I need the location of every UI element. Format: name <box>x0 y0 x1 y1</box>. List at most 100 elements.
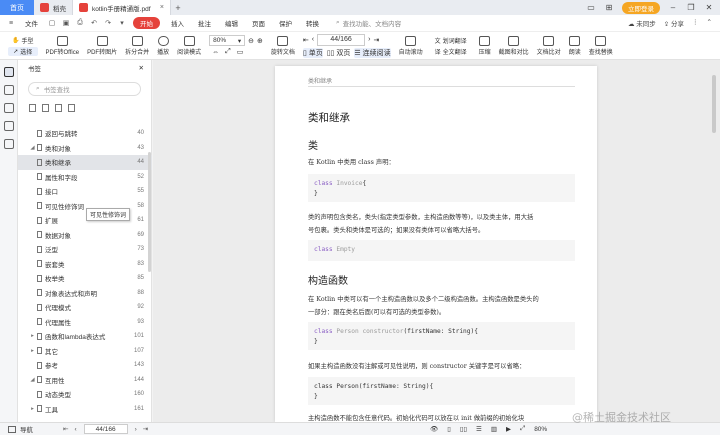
signature-panel-icon[interactable] <box>4 139 14 149</box>
bookmark-item[interactable]: 对象表达式和声明 88 <box>18 286 152 301</box>
find-replace-button[interactable]: 查找替换 <box>585 35 617 56</box>
read-aloud-button[interactable]: 朗读 <box>565 35 585 56</box>
share-button[interactable]: ⇪ 分享 <box>664 18 684 28</box>
last-page-icon[interactable]: ⇥ <box>143 425 148 433</box>
bookmark-item[interactable]: 返回与跳转 40 <box>18 126 152 141</box>
menu-protect[interactable]: 保护 <box>272 18 299 28</box>
bookmark-item[interactable]: 枚举类 85 <box>18 271 152 286</box>
menu-file[interactable]: 文件 <box>18 18 45 28</box>
eye-protection-icon[interactable]: 👁 <box>430 425 438 433</box>
collapse-arrow-icon[interactable]: ◢ <box>28 377 37 383</box>
menu-start[interactable]: 开始 <box>133 17 160 29</box>
expand-arrow-icon[interactable]: ▸ <box>28 406 37 412</box>
bookmark-item[interactable]: 嵌套类 83 <box>18 257 152 272</box>
print-icon[interactable]: ⎙ <box>75 18 85 28</box>
split-merge-button[interactable]: 拆分合并 <box>121 35 153 56</box>
add-bookmark-icon[interactable] <box>29 104 36 112</box>
bookmark-item[interactable]: ◢ 类和对象 43 <box>18 141 152 156</box>
expand-bookmark-icon[interactable] <box>68 104 75 112</box>
bookmark-item[interactable]: 接口 55 <box>18 184 152 199</box>
function-search[interactable]: ⌕ 查找功能、文档内容 <box>336 18 401 28</box>
status-zoom-value[interactable]: 80% <box>534 426 547 433</box>
window-layout-icon[interactable]: ▭ <box>586 3 596 12</box>
menu-insert[interactable]: 插入 <box>164 18 191 28</box>
more-options-icon[interactable]: ⋮ <box>692 18 699 28</box>
next-page-icon[interactable]: › <box>135 426 137 433</box>
add-sub-bookmark-icon[interactable] <box>42 104 49 112</box>
tab-docer[interactable]: 稻壳 <box>34 0 73 15</box>
redo-icon[interactable]: ↷ <box>103 18 113 28</box>
bookmark-item[interactable]: 参考 143 <box>18 358 152 373</box>
doc-compare-button[interactable]: 文档比对 <box>533 35 565 56</box>
collapse-ribbon-icon[interactable]: ⌃ <box>707 18 712 28</box>
login-button[interactable]: 立即登录 <box>622 1 660 14</box>
bookmark-item[interactable]: 可见性修饰词 58 <box>18 199 152 214</box>
rotate-document-button[interactable]: 旋转文档 <box>267 35 299 56</box>
menu-annotate[interactable]: 批注 <box>191 18 218 28</box>
bookmark-panel-icon[interactable] <box>4 67 14 77</box>
expand-arrow-icon[interactable]: ▸ <box>28 333 37 339</box>
thumbnail-panel-icon[interactable] <box>4 85 14 95</box>
save-icon[interactable]: ▣ <box>61 18 71 28</box>
read-mode-button[interactable]: 阅读模式 <box>173 35 205 56</box>
bookmark-item[interactable]: ▸ 工具 161 <box>18 402 152 417</box>
collapse-arrow-icon[interactable]: ◢ <box>28 145 37 151</box>
fit-page-icon[interactable]: ⤢ <box>225 48 231 56</box>
pdf-to-image-button[interactable]: PDF转图片 <box>83 35 121 56</box>
double-page-button[interactable]: ▯▯ 双页 <box>327 48 351 58</box>
hand-tool-button[interactable]: ✋ 手型 <box>8 36 38 45</box>
menu-page[interactable]: 页面 <box>245 18 272 28</box>
continuous-read-button[interactable]: ☰ 连续阅读 <box>354 47 391 58</box>
menu-convert[interactable]: 转换 <box>299 18 326 28</box>
close-panel-icon[interactable]: ✕ <box>139 64 144 72</box>
attachment-panel-icon[interactable] <box>4 121 14 131</box>
compress-button[interactable]: 压缩 <box>475 35 495 56</box>
menu-edit[interactable]: 编辑 <box>218 18 245 28</box>
prev-page-icon[interactable]: ‹ <box>74 426 76 433</box>
expand-arrow-icon[interactable]: ▸ <box>28 348 37 354</box>
bookmark-search-input[interactable]: ⌕ 书签查找 <box>28 82 141 96</box>
bookmark-item[interactable]: 数据对象 69 <box>18 228 152 243</box>
prev-page-icon[interactable]: ‹ <box>312 36 314 43</box>
bookmark-item[interactable]: ▸ 函数和lambda表达式 101 <box>18 329 152 344</box>
sync-status[interactable]: ☁ 未同步 <box>628 18 656 28</box>
page-number-input[interactable]: 44/166 <box>317 33 366 46</box>
tab-pdf-document[interactable]: kotlin手册精通版.pdf × <box>73 0 171 15</box>
document-scrollbar[interactable] <box>712 75 716 133</box>
fit-view-icon[interactable]: ⤢ <box>520 425 525 433</box>
double-view-icon[interactable]: ▯▯ <box>460 425 467 433</box>
navigation-icon[interactable] <box>8 425 16 433</box>
word-translate-button[interactable]: 文划词翻译 <box>431 36 471 45</box>
bookmark-item[interactable]: 代理模式 92 <box>18 300 152 315</box>
more-dropdown-icon[interactable]: ▾ <box>117 18 127 28</box>
open-folder-icon[interactable]: ▢ <box>47 18 57 28</box>
bookmark-item[interactable]: 动态类型 160 <box>18 387 152 402</box>
bookmark-item[interactable]: ◢ 互用性 144 <box>18 373 152 388</box>
tab-home[interactable]: 首页 <box>0 0 34 15</box>
panel-scrollbar[interactable] <box>148 152 151 272</box>
screenshot-compare-button[interactable]: 截图和对比 <box>495 35 533 56</box>
full-translate-button[interactable]: 译全文翻译 <box>431 47 471 56</box>
first-page-icon[interactable]: ⇤ <box>303 36 309 44</box>
grid-apps-icon[interactable]: ⊞ <box>604 3 614 12</box>
status-page-input[interactable]: 44/166 <box>83 424 128 434</box>
zoom-in-icon[interactable]: ⊕ <box>257 37 263 45</box>
hamburger-icon[interactable]: ≡ <box>6 18 16 28</box>
zoom-out-icon[interactable]: ⊖ <box>248 37 254 45</box>
bookmark-item-selected[interactable]: 类和继承 44 <box>18 155 152 170</box>
bookmark-item[interactable]: 代理属性 93 <box>18 315 152 330</box>
navigation-label[interactable]: 导航 <box>20 424 33 434</box>
play-view-icon[interactable]: ▶ <box>506 425 511 433</box>
bookmark-item[interactable]: 扩展 61 <box>18 213 152 228</box>
zoom-select[interactable]: 80% ▾ <box>209 35 246 46</box>
auto-scroll-button[interactable]: 自动滚动 <box>395 35 427 56</box>
restore-icon[interactable]: ❐ <box>686 3 696 12</box>
new-tab-icon[interactable]: + <box>171 3 185 13</box>
pdf-to-office-button[interactable]: PDF转Office <box>42 35 84 56</box>
next-page-icon[interactable]: › <box>368 36 370 43</box>
last-page-icon[interactable]: ⇥ <box>373 36 379 44</box>
single-view-icon[interactable]: ▯ <box>447 425 451 433</box>
play-button[interactable]: 播放 <box>153 35 173 56</box>
bookmark-item[interactable]: ▸ 其它 107 <box>18 344 152 359</box>
close-window-icon[interactable]: ✕ <box>704 3 714 12</box>
